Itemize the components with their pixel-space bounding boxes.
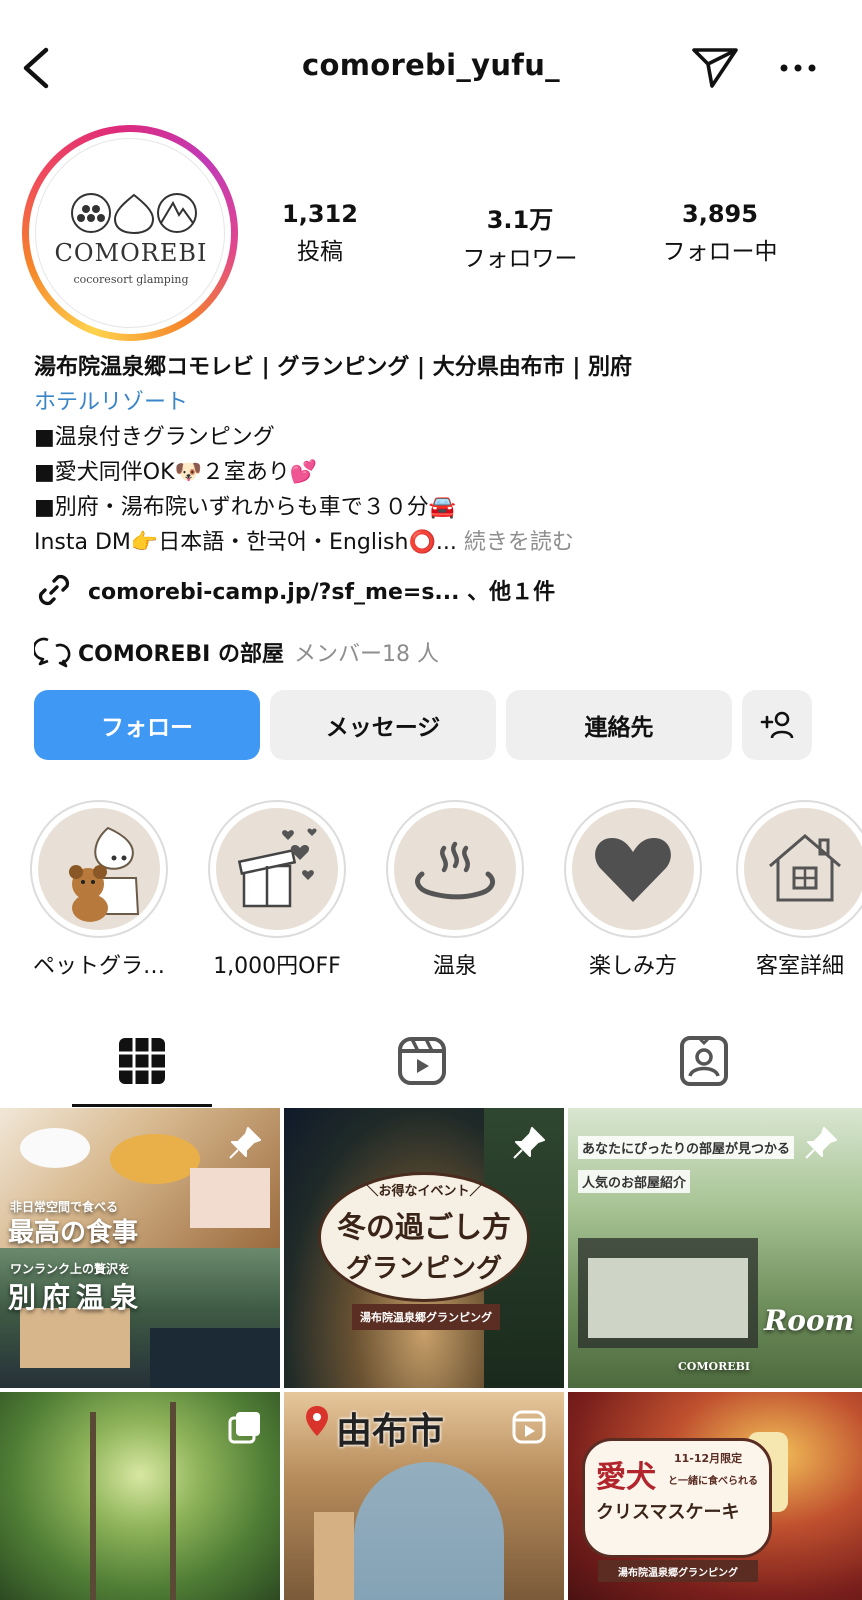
post-caption-text: と一緒に食べられる <box>668 1476 758 1487</box>
post-caption-text: 人気のお部屋紹介 <box>578 1170 691 1193</box>
post-caption-text: 11-12月限定 <box>674 1452 743 1465</box>
follow-button[interactable]: フォロー <box>34 690 260 760</box>
bio-line: ■温泉付きグランピング <box>34 425 275 450</box>
profile-tabs <box>0 1020 862 1108</box>
link-text: comorebi-camp.jp/?sf_me=s... 、他１件 <box>88 580 556 605</box>
carousel-icon <box>228 1412 260 1444</box>
post-caption-text: COMOREBI <box>678 1360 751 1373</box>
tagged-person-icon[interactable] <box>677 1034 731 1088</box>
story-ring[interactable]: COMOREBI cocoresort glamping <box>22 125 238 341</box>
stat-label: フォロワー <box>462 246 578 272</box>
stat-followers[interactable]: 3.1万 フォロワー <box>450 200 590 273</box>
add-user-button[interactable] <box>742 690 812 760</box>
stat-value: 1,312 <box>282 200 358 228</box>
highlight-cover <box>572 808 694 930</box>
stat-label: 投稿 <box>297 239 343 265</box>
post-caption-text: 湯布院温泉郷グランピング <box>360 1311 492 1324</box>
profile-category[interactable]: ホテルリゾート <box>34 385 834 420</box>
external-link[interactable]: comorebi-camp.jp/?sf_me=s... 、他１件 <box>34 570 555 610</box>
broadcast-channel-icon <box>34 637 71 668</box>
heart-icon <box>595 838 671 902</box>
pin-icon <box>805 1127 837 1159</box>
post-caption-text: 冬の過ごし方 <box>336 1210 511 1244</box>
highlight-label: 客室詳細 <box>756 954 845 979</box>
bio-line-last: Insta DM👉日本語・한국어・English⭕... 続きを読む <box>34 525 834 560</box>
highlight-cover <box>38 808 160 930</box>
gift-box-icon <box>237 828 317 908</box>
hot-spring-icon <box>415 841 496 900</box>
post-caption-text: 由布市 <box>336 1411 445 1452</box>
profile-bio: 湯布院温泉郷コモレビ | グランピング | 大分県由布市 | 別府 ホテルリゾー… <box>34 350 834 560</box>
logo-text: COMOREBI <box>54 239 208 267</box>
broadcast-channel[interactable]: COMOREBI の部屋 メンバー18 人 <box>34 632 439 672</box>
avatar: COMOREBI cocoresort glamping <box>35 138 225 328</box>
post-thumbnail[interactable]: 愛犬 11-12月限定 と一緒に食べられる クリスマスケーキ 湯布院温泉郷グラン… <box>568 1392 862 1600</box>
post-caption-text: あなたにぴったりの部屋が見つかる <box>578 1136 795 1159</box>
highlight-cover <box>744 808 862 930</box>
dog-and-boy-icon <box>69 826 140 922</box>
paper-plane-icon[interactable] <box>690 44 740 90</box>
post-thumbnail[interactable]: ＼お得なイベント／ 冬の過ごし方 グランピング 湯布院温泉郷グランピング <box>284 1108 564 1388</box>
post-caption-text: 湯布院温泉郷グランピング <box>618 1568 738 1579</box>
highlight-cover <box>216 808 338 930</box>
logo-mark-icon <box>71 193 197 235</box>
pin-icon <box>513 1127 545 1159</box>
post-caption-text: ＼お得なイベント／ <box>365 1184 483 1199</box>
post-thumbnail[interactable]: 由布市 <box>284 1392 564 1600</box>
reels-badge-icon <box>512 1410 546 1444</box>
highlight-how-to-enjoy[interactable]: 楽しみ方 <box>558 800 708 980</box>
highlight-label: 楽しみ方 <box>588 954 677 979</box>
stat-value: 3,895 <box>682 200 758 228</box>
house-icon <box>769 834 841 902</box>
post-thumbnail[interactable]: 非日常空間で食べる 最高の食事 ワンランク上の贅沢を 別府温泉 <box>0 1108 280 1388</box>
link-icon <box>38 574 70 606</box>
stat-posts[interactable]: 1,312 投稿 <box>260 200 380 266</box>
bio-line: ■別府・湯布院いずれからも車で３０分🚘 <box>34 495 457 520</box>
post-caption-text: グランピング <box>345 1254 502 1284</box>
logo-subtext: cocoresort glamping <box>73 273 189 286</box>
read-more-link[interactable]: 続きを読む <box>464 530 574 555</box>
location-pin-icon <box>306 1406 328 1436</box>
highlight-discount[interactable]: 1,000円OFF <box>202 800 352 980</box>
post-caption-text: ワンランク上の贅沢を <box>10 1262 131 1276</box>
highlight-room-details[interactable]: 客室詳細 <box>736 800 862 980</box>
grid-icon[interactable] <box>115 1034 169 1088</box>
post-caption-text: クリスマスケーキ <box>596 1502 740 1523</box>
highlight-onsen[interactable]: 温泉 <box>380 800 530 980</box>
channel-members: メンバー18 人 <box>294 642 440 667</box>
stat-label: フォロー中 <box>662 239 778 265</box>
top-bar: comorebi_yufu_ <box>0 0 862 140</box>
post-caption-text: 愛犬 <box>596 1460 656 1495</box>
post-thumbnail[interactable] <box>0 1392 280 1600</box>
profile-display-name: 湯布院温泉郷コモレビ | グランピング | 大分県由布市 | 別府 <box>34 355 633 380</box>
highlight-label: ペットグラ… <box>32 954 165 979</box>
bio-line: ■愛犬同伴OK🐶２室あり💕 <box>34 460 318 485</box>
active-tab-indicator <box>72 1104 212 1107</box>
channel-name: COMOREBI の部屋 <box>78 642 285 667</box>
message-button[interactable]: メッセージ <box>270 690 496 760</box>
post-caption-text: 最高の食事 <box>8 1218 139 1248</box>
highlight-cover <box>394 808 516 930</box>
post-caption-text: 別府温泉 <box>8 1281 145 1314</box>
add-person-icon <box>760 711 794 739</box>
pin-icon <box>229 1127 261 1159</box>
post-caption-text: Room <box>764 1304 855 1337</box>
post-thumbnail[interactable]: あなたにぴったりの部屋が見つかる 人気のお部屋紹介 Room COMOREBI <box>568 1108 862 1388</box>
reels-icon[interactable] <box>395 1034 449 1088</box>
highlight-label: 温泉 <box>432 954 477 979</box>
bio-line: Insta DM👉日本語・한국어・English⭕... <box>34 530 457 555</box>
ellipsis-icon[interactable] <box>778 56 818 80</box>
contact-button[interactable]: 連絡先 <box>506 690 732 760</box>
highlight-label: 1,000円OFF <box>213 954 341 979</box>
highlight-pet-glamping[interactable]: ペットグラ… <box>24 800 174 980</box>
stat-value: 3.1万 <box>486 206 554 234</box>
stat-following[interactable]: 3,895 フォロー中 <box>645 200 795 266</box>
